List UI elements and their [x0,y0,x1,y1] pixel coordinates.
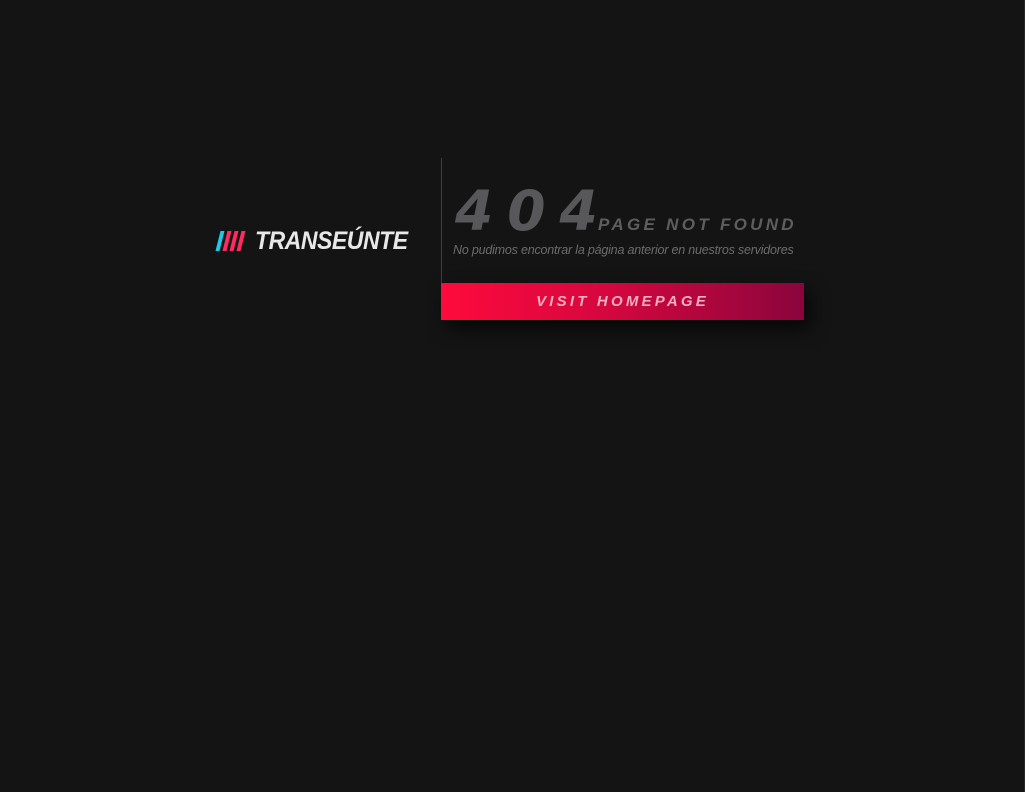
vertical-divider [441,158,442,283]
error-code: 404 [455,179,612,243]
logo-stripe [236,231,246,251]
visit-homepage-button[interactable]: VISIT HOMEPAGE [441,283,804,320]
error-title: PAGE NOT FOUND [598,215,797,234]
error-message: No pudimos encontrar la página anterior … [453,243,794,257]
error-page: TRANSEÚNTE 404 PAGE NOT FOUND No pudimos… [0,0,1025,792]
brand-name: TRANSEÚNTE [255,226,408,255]
brand-logo[interactable]: TRANSEÚNTE [215,226,421,256]
logo-stripes-icon [215,230,246,252]
visit-homepage-label: VISIT HOMEPAGE [536,293,709,310]
